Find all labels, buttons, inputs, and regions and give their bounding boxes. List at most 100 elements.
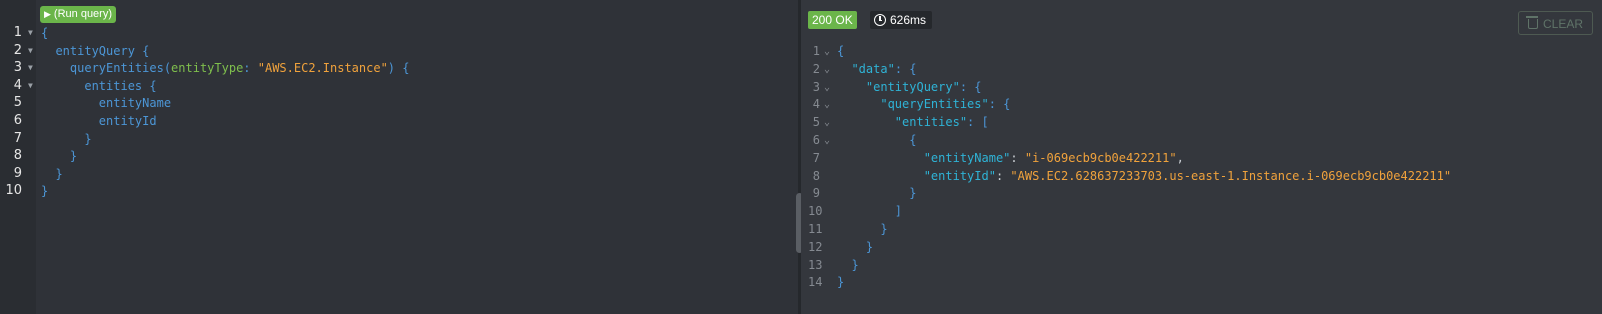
line-number: 7 [13,130,22,146]
line-number: 5 [13,95,22,111]
code-token: : { [959,79,982,94]
code-text: { [837,42,844,60]
line-number: 12 [808,239,823,254]
line-number: 14 [808,275,823,290]
fold-toggle-icon[interactable]: ▼ [28,59,33,77]
code-text: "entityQuery": { [837,78,982,96]
line-number: 3 [13,60,22,76]
clock-icon [874,14,886,26]
code-text: entityName [41,94,171,112]
fold-toggle-icon[interactable]: ▼ [28,24,33,42]
line-number: 6 [13,113,22,128]
code-token: "queryEntities" [880,97,989,112]
code-text: } [837,238,873,256]
code-token: : [ [967,115,989,130]
code-token: { [41,26,49,40]
code-token: "AWS.EC2.Instance" [257,61,388,76]
code-token: } [41,184,49,199]
code-token: } [837,239,874,254]
line-number: 5 [812,115,820,130]
line-number: 3 [812,79,820,94]
code-text: } [837,256,859,274]
fold-toggle-icon[interactable]: ▼ [28,42,33,60]
trash-icon [1525,16,1538,29]
line-number: 10 [808,204,823,219]
code-text: entityQuery { [41,42,149,60]
code-token: , [1176,150,1184,165]
code-token: entityQuery { [41,43,150,58]
code-text: ] [837,202,902,220]
status-badge: 200 OK [808,11,857,29]
code-text: } [837,273,844,291]
code-token: : { [988,97,1011,112]
line-number: 4 [812,97,820,112]
fold-toggle-icon[interactable]: ⌄ [824,114,830,132]
code-token: } [41,131,92,146]
code-text: entityId [41,112,157,130]
line-number: 13 [808,257,823,272]
code-token: "entityName" [923,150,1011,165]
code-token: : [1010,150,1025,165]
code-token: { [837,44,845,58]
code-text: "data": { [837,60,917,78]
clear-button[interactable]: CLEAR [1518,11,1593,35]
code-token: entityName [41,96,172,111]
code-token: "entityQuery" [865,79,960,94]
line-number: 10 [5,183,22,199]
run-query-label: (Run query) [53,8,112,20]
code-token: ] [837,204,903,219]
run-query-button[interactable]: ▶ (Run query) [40,6,116,23]
line-number: 1 [812,44,820,58]
code-token: entities { [41,78,157,93]
fold-toggle-icon[interactable]: ⌄ [824,96,830,114]
code-token: "entityId" [923,168,996,183]
code-text: } [41,165,63,183]
code-token: } [41,166,63,181]
code-token: "i-069ecb9cb0e422211" [1024,150,1177,165]
line-number: 2 [812,61,820,76]
fold-toggle-icon[interactable]: ⌄ [824,132,830,150]
code-token: } [837,257,859,272]
code-token: : [243,61,258,76]
code-text: "entityId": "AWS.EC2.628637233703.us-eas… [837,167,1451,185]
fold-toggle-icon[interactable]: ⌄ [824,61,830,79]
line-number: 8 [812,168,820,183]
line-number: 8 [13,148,22,164]
fold-toggle-icon[interactable]: ▼ [28,77,33,95]
clear-label: CLEAR [1542,17,1583,31]
code-token: "AWS.EC2.628637233703.us-east-1.Instance… [1010,168,1452,183]
line-number: 6 [812,133,820,147]
line-number: 2 [13,42,22,58]
fold-toggle-icon[interactable]: ⌄ [824,79,830,97]
code-token: : { [894,61,917,76]
fold-toggle-icon[interactable]: ⌄ [824,43,830,61]
code-text: } [837,184,916,202]
code-token: queryEntities( [41,61,172,76]
code-text: "entities": [ [837,113,989,131]
line-number: 11 [808,222,823,236]
code-text: { [837,131,916,149]
code-token: { [837,133,917,147]
code-token: : [995,168,1011,183]
play-icon: ▶ [44,9,51,19]
code-token: "entities" [894,115,968,130]
code-text: } [41,130,92,148]
code-token: ) { [387,61,410,76]
line-number: 9 [13,165,22,181]
code-text: queryEntities(entityType: "AWS.EC2.Insta… [41,59,410,77]
code-token: "data" [851,61,895,76]
code-token: entityId [41,114,157,128]
code-token: } [837,222,888,236]
line-number: 1 [13,25,22,40]
code-text: entities { [41,77,157,95]
code-text: "entityName": "i-069ecb9cb0e422211", [837,149,1184,167]
code-token: } [837,275,845,290]
response-time-badge: 626ms [870,11,933,29]
line-number: 4 [13,77,22,93]
code-text: "queryEntities": { [837,95,1010,113]
code-text: } [41,147,77,165]
